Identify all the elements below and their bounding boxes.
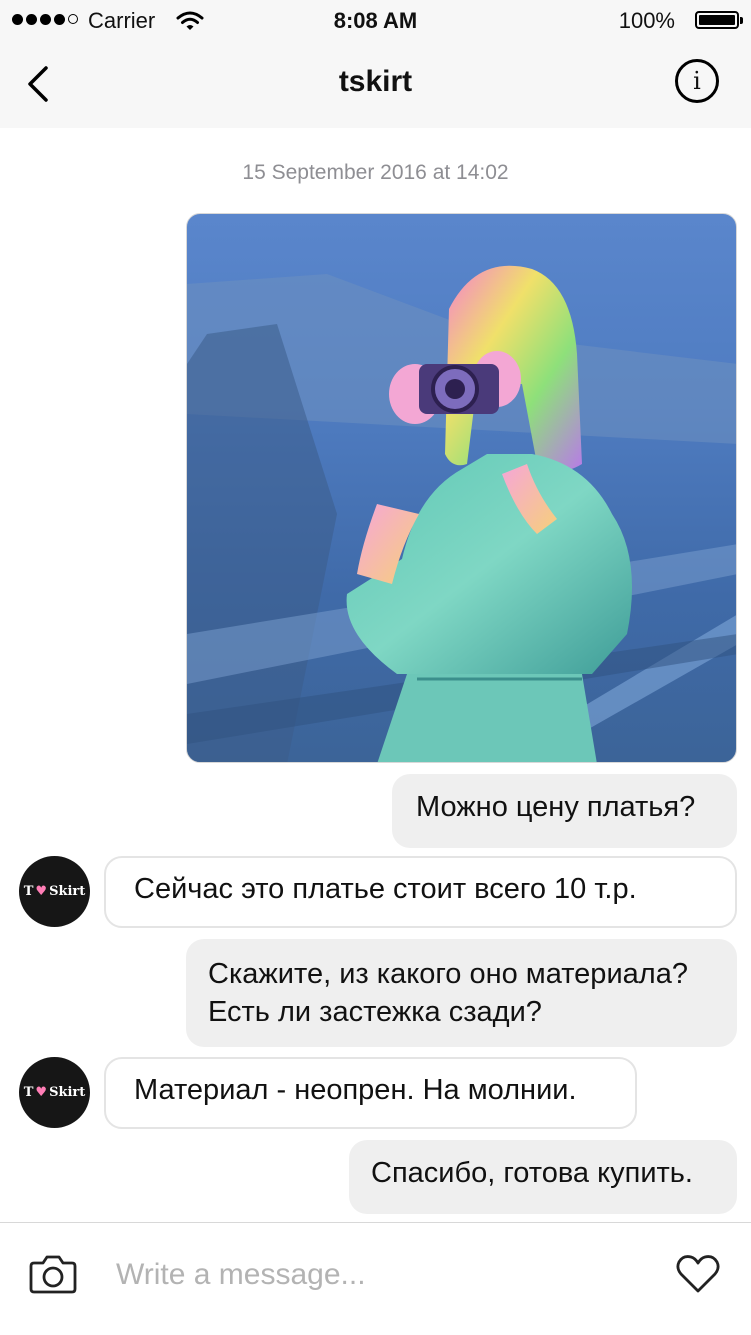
- message-bubble-outgoing[interactable]: Спасибо, готова купить.: [349, 1140, 737, 1214]
- avatar[interactable]: T ♥ Skirt: [19, 1057, 90, 1128]
- heart-icon[interactable]: [675, 1253, 721, 1295]
- avatar[interactable]: T ♥ Skirt: [19, 856, 90, 927]
- message-composer: [0, 1222, 751, 1335]
- battery-percent: 100%: [618, 8, 675, 33]
- camera-icon[interactable]: [28, 1253, 78, 1295]
- message-bubble-outgoing[interactable]: Скажите, из какого оно материала? Есть л…: [186, 939, 737, 1047]
- message-input[interactable]: [116, 1253, 636, 1297]
- heart-logo-icon: ♥: [35, 1085, 48, 1100]
- message-bubble-incoming[interactable]: Сейчас это платье стоит всего 10 т.р.: [104, 856, 737, 928]
- photo-illustration: [187, 265, 736, 762]
- message-bubble-outgoing[interactable]: Можно цену платья?: [392, 774, 737, 848]
- conversation-title: tskirt: [338, 65, 413, 98]
- heart-logo-icon: ♥: [35, 884, 48, 899]
- message-bubble-incoming[interactable]: Материал - неопрен. На молнии.: [104, 1057, 637, 1129]
- message-timestamp: 15 September 2016 at 14:02: [242, 161, 509, 184]
- status-bar: Carrier 8:08 AM 100%: [0, 0, 751, 40]
- nav-bar: tskirt i: [0, 40, 751, 128]
- sent-photo[interactable]: [186, 213, 737, 763]
- battery-icon: [695, 11, 743, 29]
- info-icon[interactable]: i: [675, 59, 719, 103]
